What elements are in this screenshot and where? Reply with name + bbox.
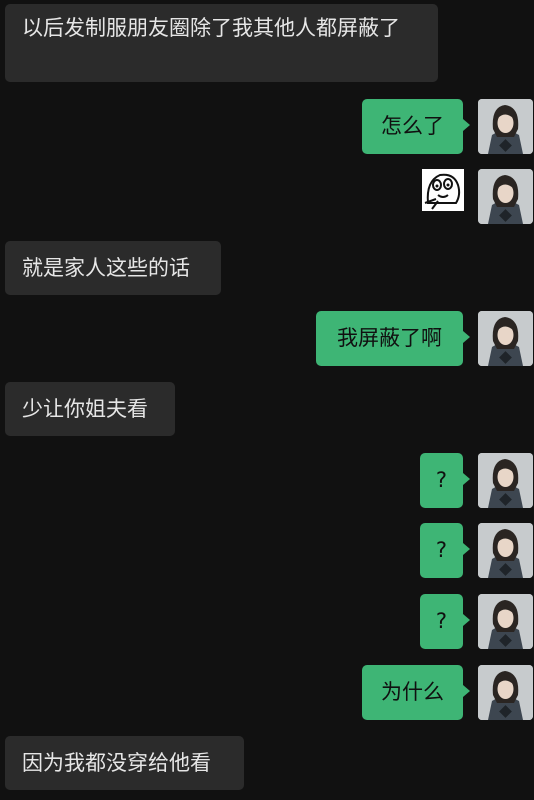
message-text: ? <box>435 609 448 633</box>
user-avatar[interactable] <box>478 453 533 508</box>
outgoing-message-bubble[interactable]: ? <box>420 523 470 578</box>
message-text: 我屏蔽了啊 <box>337 326 442 350</box>
outgoing-message-bubble[interactable]: 怎么了 <box>362 99 470 154</box>
message-text: ? <box>435 468 448 492</box>
incoming-message-bubble[interactable]: 以后发制服朋友圈除了我其他人都屏蔽了 <box>5 4 438 82</box>
outgoing-message-bubble[interactable]: ? <box>420 453 470 508</box>
incoming-message-bubble[interactable]: 因为我都没穿给他看 <box>5 736 244 790</box>
message-text: 为什么 <box>381 680 444 704</box>
message-text: 因为我都没穿给他看 <box>22 751 211 775</box>
outgoing-message-bubble[interactable]: 我屏蔽了啊 <box>316 311 470 366</box>
avatar-icon <box>478 523 533 578</box>
avatar-icon <box>478 169 533 224</box>
user-avatar[interactable] <box>478 665 533 720</box>
chat-thread: 以后发制服朋友圈除了我其他人都屏蔽了 怎么了 就是家人这些的话 我屏蔽了啊 少让… <box>0 0 534 800</box>
incoming-message-bubble[interactable]: 就是家人这些的话 <box>5 241 221 295</box>
avatar-icon <box>478 453 533 508</box>
incoming-message-bubble[interactable]: 少让你姐夫看 <box>5 382 175 436</box>
sticker-message[interactable] <box>422 169 464 211</box>
outgoing-message-bubble[interactable]: ? <box>420 594 470 649</box>
avatar-icon <box>478 99 533 154</box>
outgoing-message-bubble[interactable]: 为什么 <box>362 665 470 720</box>
user-avatar[interactable] <box>478 594 533 649</box>
message-text: 以后发制服朋友圈除了我其他人都屏蔽了 <box>22 16 400 40</box>
cartoon-face-sticker-icon <box>422 169 464 211</box>
avatar-icon <box>478 665 533 720</box>
user-avatar[interactable] <box>478 523 533 578</box>
message-text: 怎么了 <box>381 114 444 138</box>
message-text: ? <box>435 538 448 562</box>
user-avatar[interactable] <box>478 169 533 224</box>
user-avatar[interactable] <box>478 311 533 366</box>
avatar-icon <box>478 311 533 366</box>
user-avatar[interactable] <box>478 99 533 154</box>
message-text: 就是家人这些的话 <box>22 256 190 280</box>
avatar-icon <box>478 594 533 649</box>
message-text: 少让你姐夫看 <box>22 397 148 421</box>
